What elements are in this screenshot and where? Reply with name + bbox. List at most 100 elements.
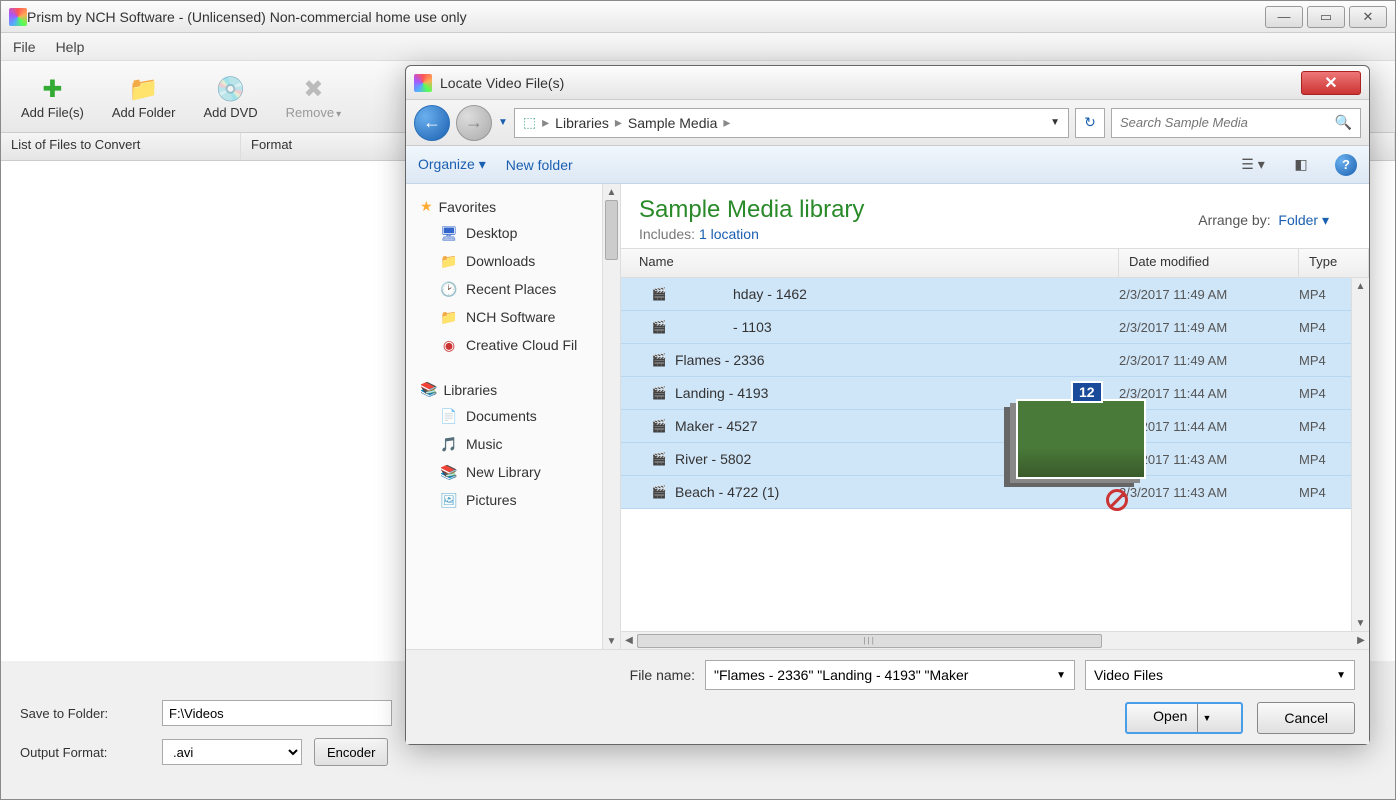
add-folder-icon: 📁: [128, 73, 160, 105]
horizontal-scrollbar[interactable]: ◀ ||| ▶: [621, 631, 1369, 649]
menu-file[interactable]: File: [13, 39, 36, 55]
open-button[interactable]: Open▼: [1125, 702, 1243, 734]
arrange-dropdown[interactable]: Folder ▾: [1278, 212, 1329, 228]
file-row[interactable]: 🎬hday - 1462 2/3/2017 11:49 AM MP4: [621, 278, 1369, 311]
filter-combo[interactable]: Video Files▼: [1085, 660, 1355, 690]
breadcrumb-root-icon[interactable]: ⬚: [523, 114, 536, 131]
file-row[interactable]: 🎬Landing - 4193 2/3/2017 11:44 AM MP4: [621, 377, 1369, 410]
view-mode-button[interactable]: ☰ ▾: [1239, 153, 1267, 177]
add-folder-button[interactable]: 📁 Add Folder: [102, 69, 186, 124]
nav-forward-button: →: [456, 105, 492, 141]
file-row[interactable]: 🎬Flames - 2336 2/3/2017 11:49 AM MP4: [621, 344, 1369, 377]
col-name[interactable]: Name: [621, 249, 1119, 277]
nav-back-button[interactable]: ←: [414, 105, 450, 141]
search-box[interactable]: 🔍: [1111, 108, 1361, 138]
close-app-button[interactable]: ✕: [1349, 6, 1387, 28]
file-name: Flames - 2336: [675, 352, 764, 368]
output-format-select[interactable]: .avi: [162, 739, 302, 765]
file-dialog: Locate Video File(s) ✕ ← → ▼ ⬚ ▸ Librari…: [405, 65, 1370, 745]
dialog-icon: [414, 74, 432, 92]
nav-music[interactable]: 🎵Music: [412, 430, 614, 458]
breadcrumb-sample[interactable]: Sample Media: [628, 115, 718, 131]
breadcrumb[interactable]: ⬚ ▸ Libraries ▸ Sample Media ▸ ▼: [514, 108, 1069, 138]
refresh-button[interactable]: ↻: [1075, 108, 1105, 138]
open-dropdown[interactable]: ▼: [1197, 704, 1215, 732]
breadcrumb-libraries[interactable]: Libraries: [555, 115, 609, 131]
file-name: Maker - 4527: [675, 418, 757, 434]
nav-desktop[interactable]: 🖥Desktop: [412, 219, 614, 247]
remove-label: Remove: [286, 105, 334, 120]
add-files-button[interactable]: ✚ Add File(s): [11, 69, 94, 124]
app-icon: [9, 8, 27, 26]
video-file-icon: 🎬: [649, 384, 669, 402]
library-icon: 📚: [440, 463, 458, 481]
breadcrumb-dropdown[interactable]: ▼: [1050, 117, 1060, 128]
nav-nch-software[interactable]: 📁NCH Software: [412, 303, 614, 331]
file-name: River - 5802: [675, 451, 751, 467]
cancel-button[interactable]: Cancel: [1257, 702, 1355, 734]
nav-scrollbar[interactable]: ▲ ▼: [602, 184, 620, 649]
col-files[interactable]: List of Files to Convert: [1, 133, 241, 160]
dialog-close-button[interactable]: ✕: [1301, 71, 1361, 95]
search-icon[interactable]: 🔍: [1335, 114, 1352, 131]
add-files-icon: ✚: [36, 73, 68, 105]
file-date: 2/3/2017 11:49 AM: [1119, 353, 1299, 368]
file-row[interactable]: 🎬Beach - 4722 (1) 2/3/2017 11:43 AM MP4: [621, 476, 1369, 509]
file-name: Beach - 4722 (1): [675, 484, 779, 500]
encoder-button[interactable]: Encoder: [314, 738, 388, 766]
file-name: - 1103: [675, 319, 772, 335]
file-row[interactable]: 🎬Maker - 4527 2/3/2017 11:44 AM MP4: [621, 410, 1369, 443]
nav-downloads[interactable]: 📁Downloads: [412, 247, 614, 275]
file-date: 2/3/2017 11:49 AM: [1119, 287, 1299, 302]
col-type[interactable]: Type: [1299, 249, 1369, 277]
video-file-icon: 🎬: [649, 417, 669, 435]
nav-creative-cloud[interactable]: ◉Creative Cloud Fil: [412, 331, 614, 359]
includes-label: Includes:: [639, 226, 695, 242]
video-file-icon: 🎬: [649, 483, 669, 501]
video-file-icon: 🎬: [649, 285, 669, 303]
filename-combo[interactable]: "Flames - 2336" "Landing - 4193" "Maker▼: [705, 660, 1075, 690]
file-list-header: Name Date modified Type: [621, 248, 1369, 278]
help-button[interactable]: ?: [1335, 154, 1357, 176]
remove-button: ✖ Remove▾: [276, 69, 351, 124]
menu-help[interactable]: Help: [56, 39, 85, 55]
file-date: 2/3/2017 11:43 AM: [1119, 452, 1299, 467]
menubar: File Help: [1, 33, 1395, 61]
arrange-label: Arrange by:: [1198, 212, 1270, 228]
nav-recent-places[interactable]: 🕑Recent Places: [412, 275, 614, 303]
nav-documents[interactable]: 📄Documents: [412, 402, 614, 430]
drag-count-badge: 12: [1071, 381, 1103, 403]
content-scrollbar[interactable]: ▲ ▼: [1351, 278, 1369, 631]
minimize-button[interactable]: —: [1265, 6, 1303, 28]
star-icon: ★: [420, 198, 433, 215]
nav-pictures[interactable]: 🖼Pictures: [412, 486, 614, 514]
chevron-right-icon: ▸: [723, 114, 730, 131]
window-title: Prism by NCH Software - (Unlicensed) Non…: [27, 9, 1261, 25]
libraries-group[interactable]: 📚Libraries: [412, 377, 614, 402]
organize-button[interactable]: Organize ▾: [418, 156, 486, 173]
file-row[interactable]: 🎬River - 5802 2/3/2017 11:43 AM MP4: [621, 443, 1369, 476]
filename-label: File name:: [630, 667, 695, 683]
add-dvd-icon: 💿: [215, 73, 247, 105]
nav-history-dropdown[interactable]: ▼: [498, 117, 508, 128]
add-dvd-button[interactable]: 💿 Add DVD: [193, 69, 267, 124]
file-row[interactable]: 🎬 - 1103 2/3/2017 11:49 AM MP4: [621, 311, 1369, 344]
nav-new-library[interactable]: 📚New Library: [412, 458, 614, 486]
new-folder-button[interactable]: New folder: [506, 157, 573, 173]
locations-link[interactable]: 1 location: [699, 226, 759, 242]
creative-cloud-icon: ◉: [440, 336, 458, 354]
save-folder-input[interactable]: [162, 700, 392, 726]
preview-pane-button[interactable]: ◧: [1287, 153, 1315, 177]
drag-thumbnail: [1016, 399, 1146, 479]
favorites-group[interactable]: ★Favorites: [412, 194, 614, 219]
dialog-navbar: ← → ▼ ⬚ ▸ Libraries ▸ Sample Media ▸ ▼ ↻…: [406, 100, 1369, 146]
add-dvd-label: Add DVD: [203, 105, 257, 120]
folder-icon: 📁: [440, 252, 458, 270]
maximize-button[interactable]: ▭: [1307, 6, 1345, 28]
output-format-label: Output Format:: [20, 745, 150, 760]
add-files-label: Add File(s): [21, 105, 84, 120]
file-date: 2/3/2017 11:44 AM: [1119, 386, 1299, 401]
search-input[interactable]: [1120, 115, 1335, 130]
desktop-icon: 🖥: [440, 224, 458, 242]
col-date[interactable]: Date modified: [1119, 249, 1299, 277]
